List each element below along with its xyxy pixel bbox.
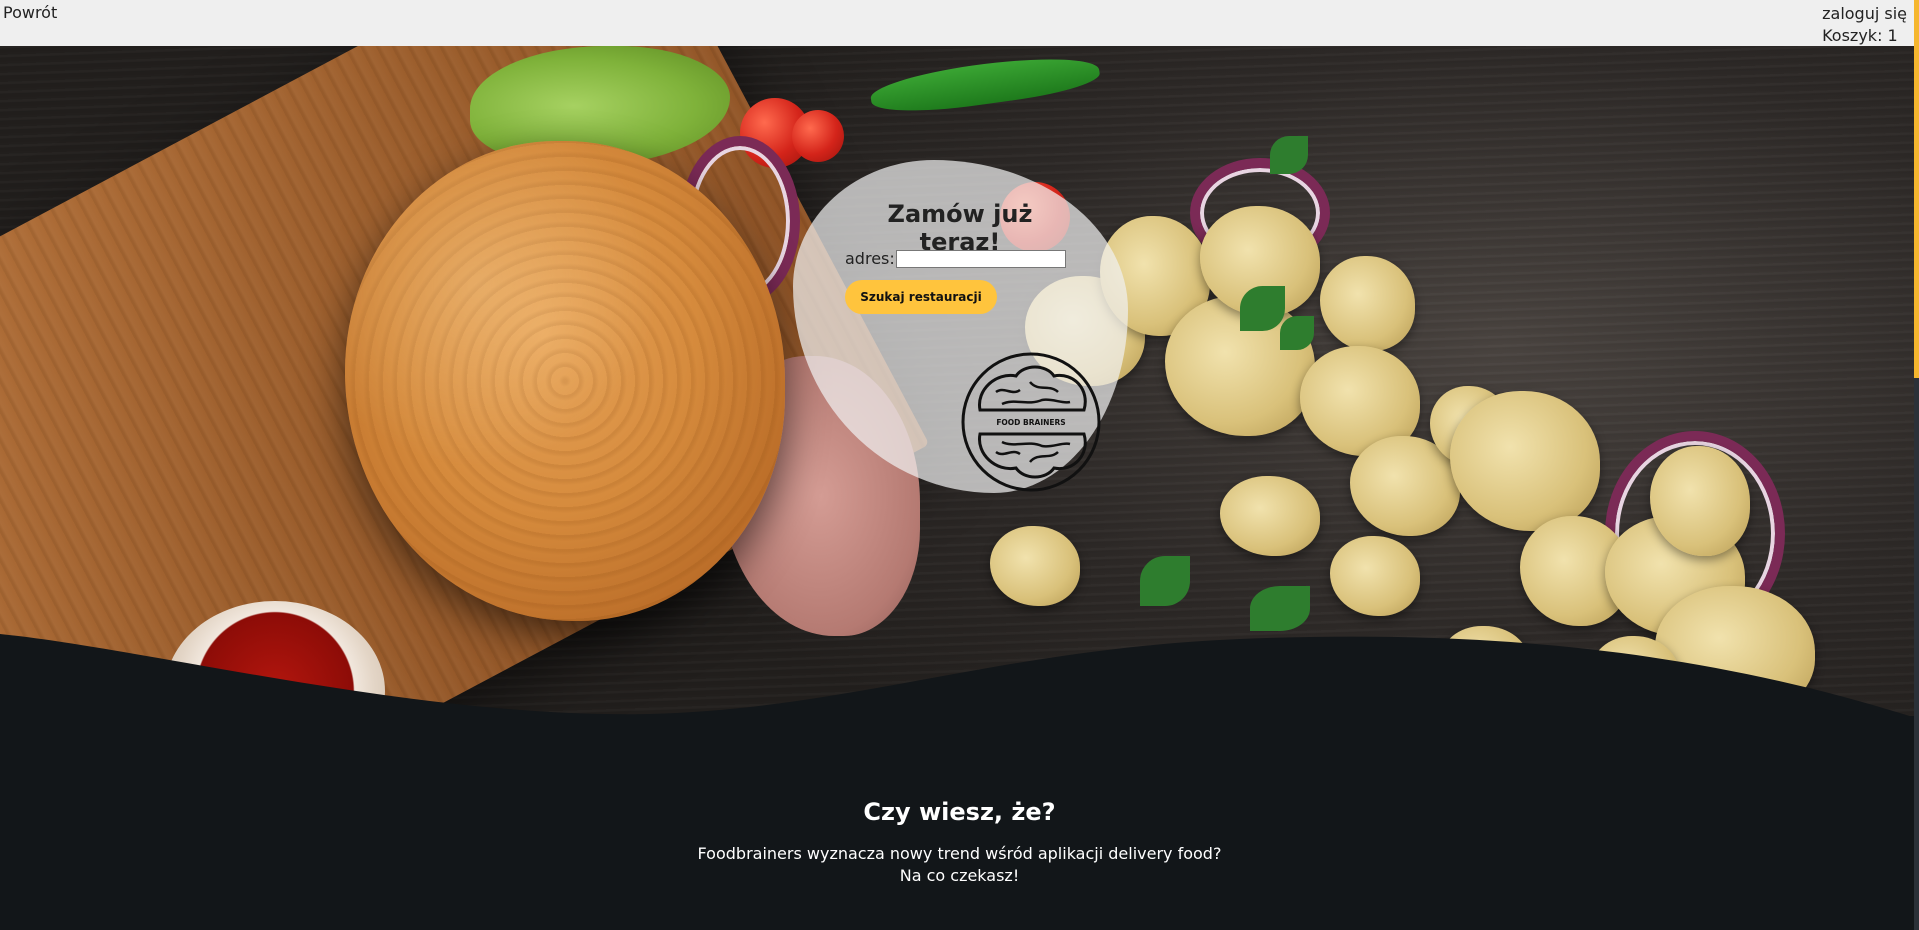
order-title: Zamów już teraz! bbox=[887, 200, 1033, 256]
scrollbar-thumb[interactable] bbox=[1914, 0, 1919, 378]
brain-icon: FOOD BRAINERS bbox=[961, 352, 1101, 492]
info-text: Foodbrainers wyznacza nowy trend wśród a… bbox=[0, 843, 1919, 887]
logo-text: FOOD BRAINERS bbox=[996, 418, 1065, 427]
parsley bbox=[1240, 286, 1285, 331]
cherry-tomato bbox=[792, 110, 844, 162]
scrollbar-track[interactable] bbox=[1914, 378, 1919, 930]
wave-divider bbox=[0, 634, 1919, 729]
login-link[interactable]: zaloguj się bbox=[1822, 3, 1907, 25]
parsley bbox=[1270, 136, 1308, 174]
info-title: Czy wiesz, że? bbox=[863, 798, 1056, 826]
app-root: Czy wiesz, że? Foodbrainers wyznacza now… bbox=[0, 0, 1919, 930]
info-line-2: Na co czekasz! bbox=[899, 866, 1020, 885]
top-bar: Powrót zaloguj się Koszyk: 1 bbox=[0, 0, 1919, 46]
user-menu: zaloguj się Koszyk: 1 bbox=[1822, 3, 1907, 47]
info-line-1: Foodbrainers wyznacza nowy trend wśród a… bbox=[697, 844, 1222, 863]
cart-link[interactable]: Koszyk: 1 bbox=[1822, 25, 1907, 47]
back-link[interactable]: Powrót bbox=[3, 3, 57, 22]
parsley bbox=[1280, 316, 1314, 350]
address-input[interactable] bbox=[896, 250, 1066, 268]
address-label: adres: bbox=[845, 249, 895, 268]
search-restaurants-button[interactable]: Szukaj restauracji bbox=[845, 280, 997, 314]
